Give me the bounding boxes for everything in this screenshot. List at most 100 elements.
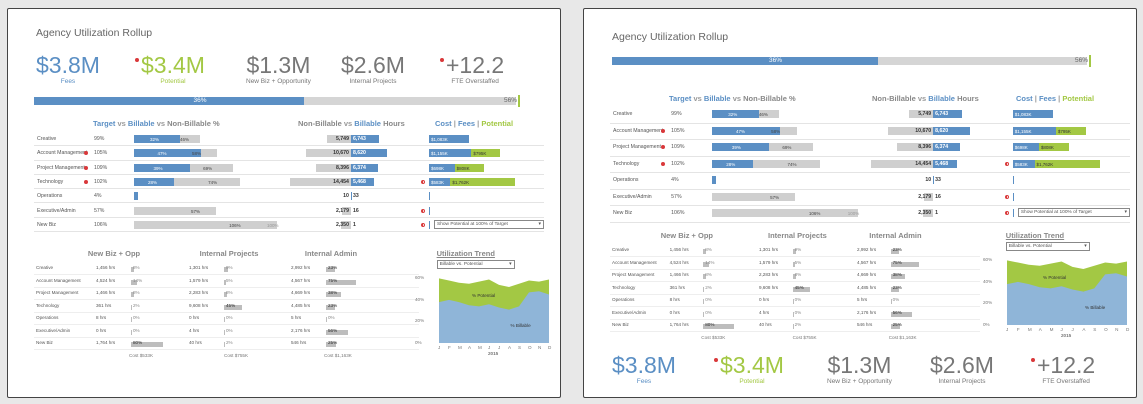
row-target: 105% — [671, 127, 685, 134]
pct-value: 38% — [892, 272, 902, 277]
y-tick-label: 20% — [983, 300, 993, 306]
chevron-down-icon[interactable]: ▾ — [1084, 243, 1087, 249]
hours-value: 4,669 hrs — [291, 290, 311, 295]
kpi-value: +12.2 — [446, 52, 505, 78]
cost-tab[interactable]: Cost — [435, 119, 452, 128]
fees-tab[interactable]: Fees — [1039, 94, 1056, 103]
potential-tab[interactable]: Potential — [1062, 94, 1094, 103]
nonbillable-pct: 57% — [770, 194, 780, 200]
table-row: Operations 4% 10 33 — [34, 189, 544, 204]
show-potential-select[interactable]: Show Potential at 100% of Target ▾ — [1017, 208, 1130, 217]
cost-tab[interactable]: Cost — [1016, 94, 1033, 103]
kpi-0: $3.8M Fees — [36, 54, 100, 86]
lower-row-name: Operations — [612, 297, 635, 302]
pct-value: 14% — [705, 259, 715, 265]
lower-row-name: Executive/Admin — [612, 309, 647, 315]
pct-value: 2% — [794, 322, 802, 327]
kpi-3: $2.6M Internal Projects — [930, 354, 994, 386]
hours-value: 40 hrs — [758, 322, 772, 327]
nonbillable-hours-value: 2,350 — [918, 210, 932, 216]
progress-right-label: 56% — [504, 97, 518, 104]
pct-value: 38% — [328, 290, 338, 295]
pct-value: 23% — [892, 247, 902, 252]
chevron-down-icon[interactable]: ▾ — [1124, 209, 1127, 215]
lower-row-name: Technology — [36, 302, 60, 308]
pct-value: 5% — [794, 259, 802, 265]
chevron-down-icon[interactable]: ▾ — [538, 221, 541, 227]
pct-value: 9% — [794, 247, 802, 252]
hours-value: 1,579 hrs — [758, 259, 779, 265]
nonbillable-pct: 106% — [229, 222, 241, 228]
nonbillable-hours-value: 10,670 — [915, 127, 932, 134]
pct-value: 25% — [892, 322, 902, 327]
kpi-0: $3.8M Fees — [612, 352, 676, 386]
table-row: Project Management 109% 39% 69% 8,396 6,374 $6… — [610, 140, 1130, 157]
row-target: 99% — [671, 111, 682, 117]
pct-bar — [224, 329, 225, 335]
nonbillable-pct: 69% — [782, 145, 792, 150]
billable-pct: 47% — [735, 128, 745, 134]
header-vs: vs — [693, 94, 702, 103]
nonbillable-pct: 58% — [192, 151, 202, 157]
row-half-dot — [1004, 211, 1009, 215]
pct-bar — [703, 311, 705, 317]
header-vs: vs — [343, 119, 353, 128]
y-tick-label: 0% — [983, 322, 990, 327]
pct-value: 0% — [133, 315, 140, 320]
row-name: Project Management — [613, 144, 661, 150]
internal-projects-header: Internal Projects — [768, 231, 827, 240]
potential-value: $1,762K — [452, 179, 470, 185]
header-nonbillable-hours: Non-Billable — [872, 94, 916, 103]
show-potential-select[interactable]: Show Potential at 100% of Target ▾ — [434, 219, 544, 229]
row-alert-dot — [660, 161, 665, 166]
header-vs: vs — [917, 94, 927, 103]
row-target: 57% — [671, 193, 682, 200]
kpi-value: $3.8M — [612, 352, 676, 378]
x-tick-label: D — [548, 345, 552, 350]
header-billable: Billable — [127, 119, 155, 128]
pct-value: 9% — [226, 265, 233, 270]
progress-left-label: 36% — [769, 57, 783, 64]
kpi-label: FTE Overstaffed — [1042, 378, 1090, 385]
utilization-progress-bar: 36% — [34, 97, 516, 105]
kpi-label: Internal Projects — [938, 378, 986, 385]
header-vs: vs — [117, 119, 126, 128]
nonbillable-bar — [711, 192, 796, 201]
x-tick-label: O — [528, 345, 532, 350]
nonbillable-hours-value: 8,396 — [335, 164, 349, 171]
pct-value: 0% — [705, 309, 712, 315]
x-tick-label: J — [1060, 327, 1063, 332]
kpi-value: $3.4M — [720, 352, 784, 378]
potential-value: $1,762K — [1036, 161, 1054, 167]
trend-title: Utilization Trend — [1005, 231, 1065, 240]
fees-tab[interactable]: Fees — [458, 119, 475, 128]
nonbillable-hours-value: 2,179 — [335, 207, 349, 214]
trend-select[interactable]: Billable vs. Potential ▾ — [1005, 242, 1090, 251]
cost-value: $698K — [431, 165, 445, 171]
internal-admin-header: Internal Admin — [304, 249, 358, 258]
row-name: Technology — [37, 178, 64, 185]
hours-value: 4,524 hrs — [96, 277, 116, 283]
hours-value: 8 hrs — [669, 297, 680, 302]
billable-bar — [711, 176, 717, 184]
lower-cost-internal: Cost $755K — [792, 334, 817, 340]
pct-bar — [792, 324, 794, 329]
hours-value: 2,176 hrs — [856, 309, 877, 315]
potential-tab[interactable]: Potential — [481, 119, 513, 128]
trend-title: Utilization Trend — [436, 249, 495, 258]
row-half-dot — [1004, 161, 1009, 166]
cost-value: $698K — [1014, 145, 1028, 150]
billable-hours-value: 6,743 — [352, 136, 366, 142]
hours-value: 4,485 hrs — [856, 284, 877, 290]
trend-select[interactable]: Billable vs. Potential ▾ — [436, 260, 515, 269]
y-tick-label: 60% — [415, 275, 425, 281]
utilization-trend-chart — [1007, 260, 1127, 325]
billable-pct: 28% — [148, 179, 158, 185]
x-tick-label: O — [1104, 327, 1108, 332]
chevron-down-icon[interactable]: ▾ — [509, 261, 512, 267]
kpi-value: $1.3M — [246, 52, 311, 78]
hours-value: 546 hrs — [291, 340, 307, 345]
cost-bar — [429, 192, 430, 201]
lower-row: Executive/Admin 0 hrs 0% 4 hrs 0% 2,176 hrs 56… — [610, 308, 980, 320]
row-alert-dot — [84, 165, 88, 170]
